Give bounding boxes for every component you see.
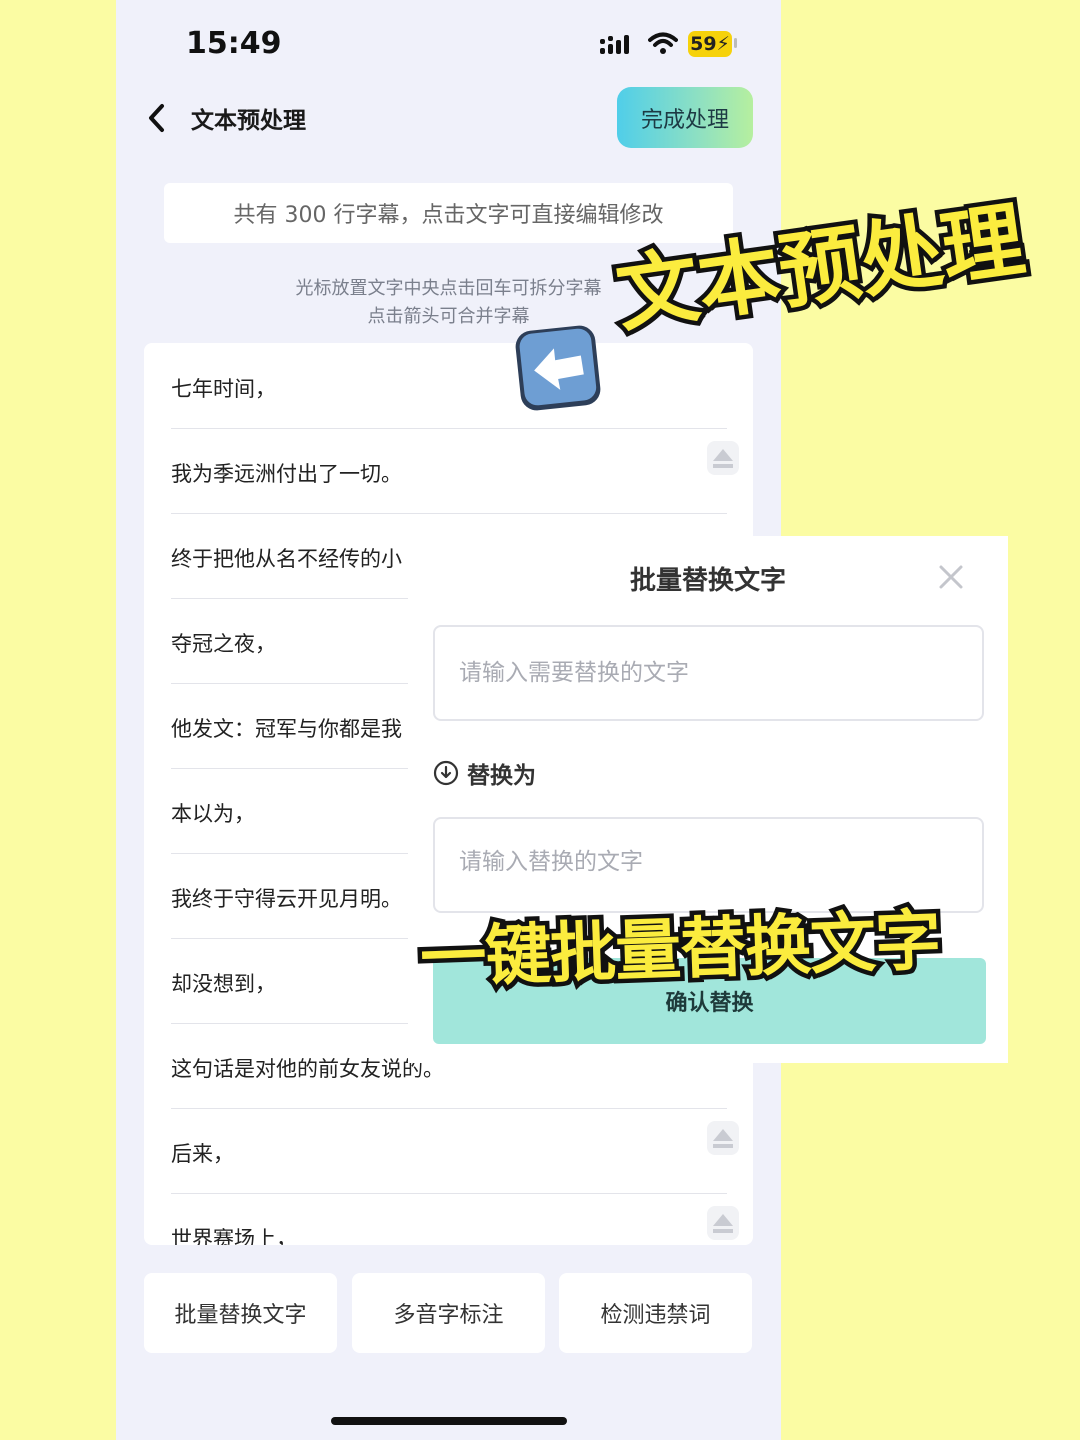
subtitle-text[interactable]: 这句话是对他的前女友说的。 <box>171 1053 444 1083</box>
subtitle-text[interactable]: 我终于守得云开见月明。 <box>171 883 402 913</box>
close-icon[interactable] <box>936 562 966 592</box>
battery-indicator: 59 ⚡ <box>688 31 732 57</box>
page-title: 文本预处理 <box>191 108 306 134</box>
subtitle-row[interactable]: 世界赛场上， <box>171 1193 739 1245</box>
banned-words-button[interactable]: 检测违禁词 <box>559 1273 752 1353</box>
polyphone-button[interactable]: 多音字标注 <box>352 1273 545 1353</box>
subtitle-text[interactable]: 终于把他从名不经传的小 <box>171 543 402 573</box>
batch-replace-button[interactable]: 批量替换文字 <box>144 1273 337 1353</box>
battery-tip <box>734 38 737 48</box>
subtitle-text[interactable]: 他发文：冠军与你都是我 <box>171 713 402 743</box>
subtitle-text[interactable]: 夺冠之夜， <box>171 628 276 658</box>
overlay-caption: 一键批量替换文字 <box>415 897 946 1001</box>
subtitle-text[interactable]: 后来， <box>171 1138 234 1168</box>
replace-with-label: 替换为 <box>433 756 536 790</box>
subtitle-text[interactable]: 本以为， <box>171 798 255 828</box>
dialog-title: 批量替换文字 <box>629 566 786 596</box>
subtitle-text[interactable]: 我为季远洲付出了一切。 <box>171 458 402 488</box>
subtitle-row[interactable]: 后来， <box>171 1108 739 1194</box>
finish-processing-button[interactable]: 完成处理 <box>617 87 753 148</box>
battery-level: 59 <box>690 33 717 55</box>
status-time: 15:49 <box>186 26 282 61</box>
home-indicator <box>331 1417 567 1425</box>
merge-up-icon[interactable] <box>707 1206 739 1240</box>
signal-icon <box>600 35 629 54</box>
arrow-down-circle-icon <box>433 760 459 786</box>
merge-up-icon[interactable] <box>707 441 739 475</box>
subtitle-text[interactable]: 七年时间， <box>171 373 276 403</box>
replace-with-text: 替换为 <box>467 763 536 789</box>
left-arrow-icon <box>515 325 601 411</box>
back-chevron-icon[interactable] <box>140 100 176 136</box>
subtitle-row[interactable]: 七年时间， <box>171 343 727 429</box>
merge-up-icon[interactable] <box>707 1121 739 1155</box>
charging-icon: ⚡ <box>716 33 730 55</box>
subtitle-row[interactable]: 我为季远洲付出了一切。 <box>171 428 739 514</box>
subtitle-text[interactable]: 却没想到， <box>171 968 276 998</box>
find-text-input[interactable] <box>433 625 984 721</box>
wifi-icon <box>648 32 678 54</box>
subtitle-text[interactable]: 世界赛场上， <box>171 1223 297 1245</box>
